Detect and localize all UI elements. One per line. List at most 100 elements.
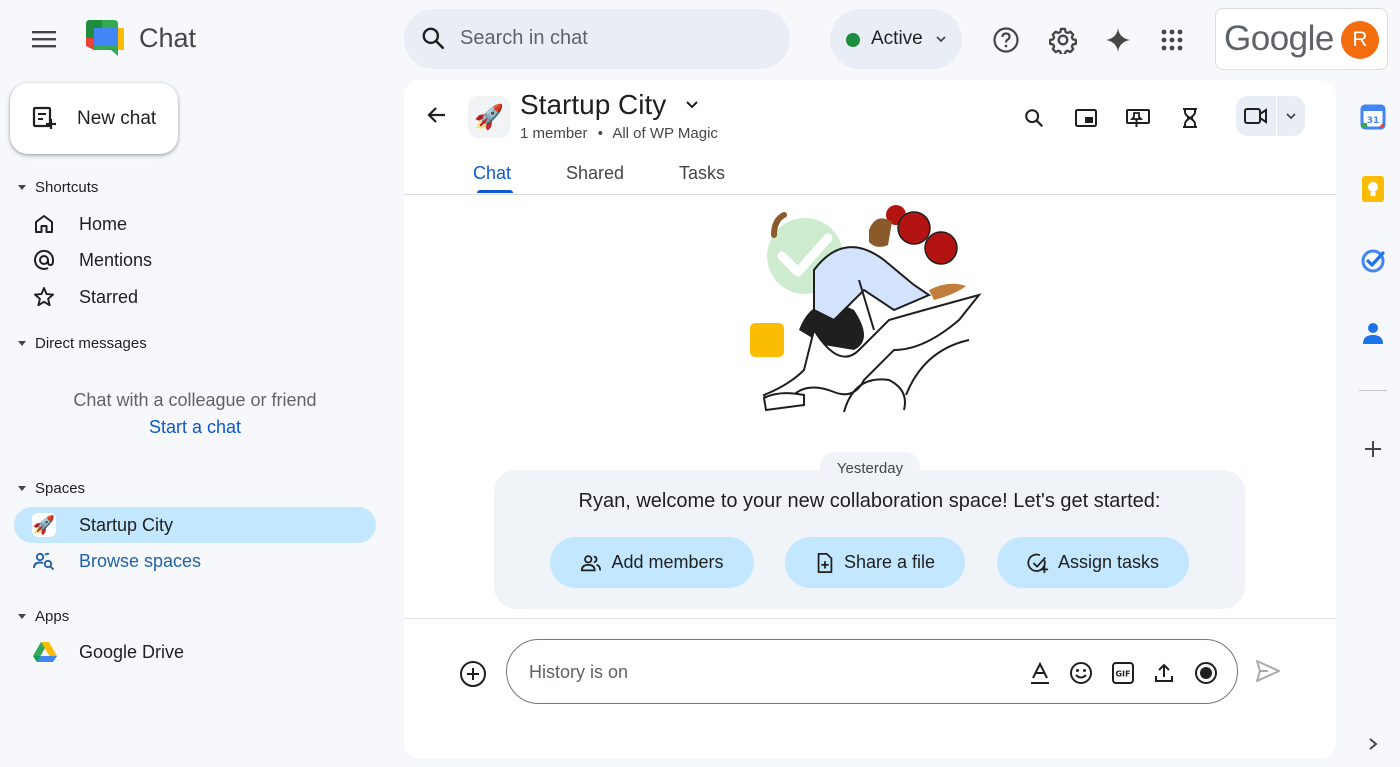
back-arrow-icon — [427, 107, 445, 123]
chevron-down-icon[interactable] — [685, 98, 699, 112]
gear-icon — [1049, 27, 1077, 54]
new-chat-icon — [32, 106, 58, 130]
collapse-triangle-icon — [18, 486, 26, 491]
tab-tasks[interactable]: Tasks — [679, 163, 725, 184]
tabs-divider — [404, 194, 1336, 195]
sidebar-item-label: Browse spaces — [79, 551, 202, 571]
tab-shared[interactable]: Shared — [566, 163, 624, 184]
gif-icon[interactable]: GIF — [1110, 660, 1136, 686]
collapse-triangle-icon — [18, 185, 26, 190]
welcome-message: Ryan, welcome to your new collaboration … — [578, 490, 1161, 512]
record-video-icon[interactable] — [1193, 660, 1219, 686]
composer-divider — [404, 618, 1336, 619]
sidebar-item-label: Starred — [79, 287, 139, 307]
hourglass-threads-icon — [1183, 108, 1197, 128]
google-keep-icon[interactable] — [1359, 175, 1387, 203]
collapse-triangle-icon — [18, 341, 26, 346]
sidebar-item-label: Startup City — [79, 515, 174, 535]
upload-icon[interactable] — [1151, 660, 1177, 686]
space-subtitle: 1 member • All of WP Magic — [520, 125, 718, 142]
star-icon — [32, 285, 56, 309]
subtitle-separator: • — [597, 125, 603, 142]
svg-text:GIF: GIF — [1115, 670, 1130, 679]
rocket-icon: 🚀 — [32, 513, 56, 537]
assign-tasks-icon — [1027, 553, 1049, 573]
status-label: Active — [871, 28, 923, 49]
add-members-label: Add members — [611, 552, 724, 572]
search-space-button[interactable] — [1016, 100, 1052, 136]
chevron-right-icon[interactable] — [1359, 730, 1387, 758]
app-name: Chat — [139, 23, 197, 53]
hamburger-menu-icon — [32, 31, 56, 48]
home-icon — [32, 212, 56, 236]
pin-button[interactable] — [1120, 100, 1156, 136]
sidebar-item-label: Mentions — [79, 250, 153, 270]
text-format-icon[interactable] — [1027, 660, 1053, 686]
sidebar-item-home[interactable]: Home — [14, 206, 376, 242]
spaces-section-header[interactable]: Spaces — [18, 480, 85, 497]
threads-button[interactable] — [1172, 100, 1208, 136]
chevron-down-icon[interactable] — [1284, 109, 1298, 123]
video-call-start[interactable] — [1236, 96, 1277, 136]
sidebar-item-browse-spaces[interactable]: Browse spaces — [14, 543, 376, 579]
google-contacts-icon[interactable] — [1359, 319, 1387, 347]
sidebar-item-label: Google Drive — [79, 642, 185, 662]
welcome-illustration — [744, 200, 1004, 425]
google-calendar-icon[interactable]: 31 — [1359, 103, 1387, 131]
status-selector[interactable]: Active — [830, 9, 962, 69]
date-divider: Yesterday — [820, 452, 920, 482]
shortcuts-section-header[interactable]: Shortcuts — [18, 179, 98, 196]
add-circle-icon — [460, 661, 486, 687]
share-file-icon — [817, 552, 833, 573]
space-organization: All of WP Magic — [612, 125, 718, 142]
search-placeholder[interactable]: Search in chat — [460, 27, 588, 50]
picture-in-picture-icon — [1075, 109, 1097, 127]
settings-button[interactable] — [1045, 22, 1081, 58]
active-tab-indicator — [477, 190, 513, 193]
google-tasks-icon[interactable] — [1359, 247, 1387, 275]
new-chat-button[interactable]: New chat — [10, 83, 178, 154]
start-chat-link[interactable]: Start a chat — [0, 417, 390, 438]
add-attachment-button[interactable] — [459, 660, 487, 688]
video-call-button[interactable] — [1236, 96, 1305, 136]
avatar[interactable]: R — [1341, 21, 1379, 59]
status-dot — [846, 33, 860, 47]
sidebar-item-google-drive[interactable]: Google Drive — [14, 634, 376, 670]
add-addon-icon[interactable] — [1359, 435, 1387, 463]
main-menu-button[interactable] — [28, 22, 62, 56]
back-button[interactable] — [426, 104, 448, 126]
gemini-button[interactable] — [1100, 22, 1136, 58]
tab-chat[interactable]: Chat — [473, 163, 511, 184]
direct-messages-header-label: Direct messages — [35, 335, 147, 352]
shortcuts-header-label: Shortcuts — [35, 179, 99, 196]
assign-tasks-label: Assign tasks — [1057, 552, 1160, 572]
chevron-down-icon — [934, 32, 948, 46]
video-camera-icon — [1244, 108, 1267, 124]
direct-messages-section-header[interactable]: Direct messages — [18, 335, 147, 352]
account-button[interactable]: Google R — [1215, 8, 1388, 70]
space-title[interactable]: Startup City — [520, 89, 666, 121]
composer-placeholder[interactable]: History is on — [529, 662, 628, 683]
collapse-triangle-icon — [18, 614, 26, 619]
apps-grid-icon — [1161, 29, 1183, 51]
sidebar-item-startup-city[interactable]: 🚀 Startup City — [14, 507, 376, 543]
sidebar-item-starred[interactable]: Starred — [14, 279, 376, 315]
message-composer[interactable]: History is on GIF — [506, 639, 1238, 704]
picture-in-picture-button[interactable] — [1068, 100, 1104, 136]
help-button[interactable] — [988, 22, 1024, 58]
sidebar-item-label: Home — [79, 214, 128, 234]
apps-launcher-button[interactable] — [1154, 22, 1190, 58]
search-bar[interactable]: Search in chat — [404, 9, 790, 69]
emoji-icon[interactable] — [1068, 660, 1094, 686]
apps-section-header[interactable]: Apps — [18, 608, 69, 625]
add-members-icon — [581, 554, 602, 571]
sidebar-item-mentions[interactable]: Mentions — [14, 242, 376, 278]
space-avatar[interactable]: 🚀 — [468, 96, 510, 138]
google-chat-logo-icon[interactable] — [84, 18, 126, 60]
member-count[interactable]: 1 member — [520, 125, 588, 142]
assign-tasks-button[interactable]: Assign tasks — [997, 537, 1189, 588]
send-button[interactable] — [1254, 658, 1282, 684]
google-wordmark: Google — [1224, 19, 1334, 58]
share-file-button[interactable]: Share a file — [785, 537, 965, 588]
add-members-button[interactable]: Add members — [550, 537, 754, 588]
